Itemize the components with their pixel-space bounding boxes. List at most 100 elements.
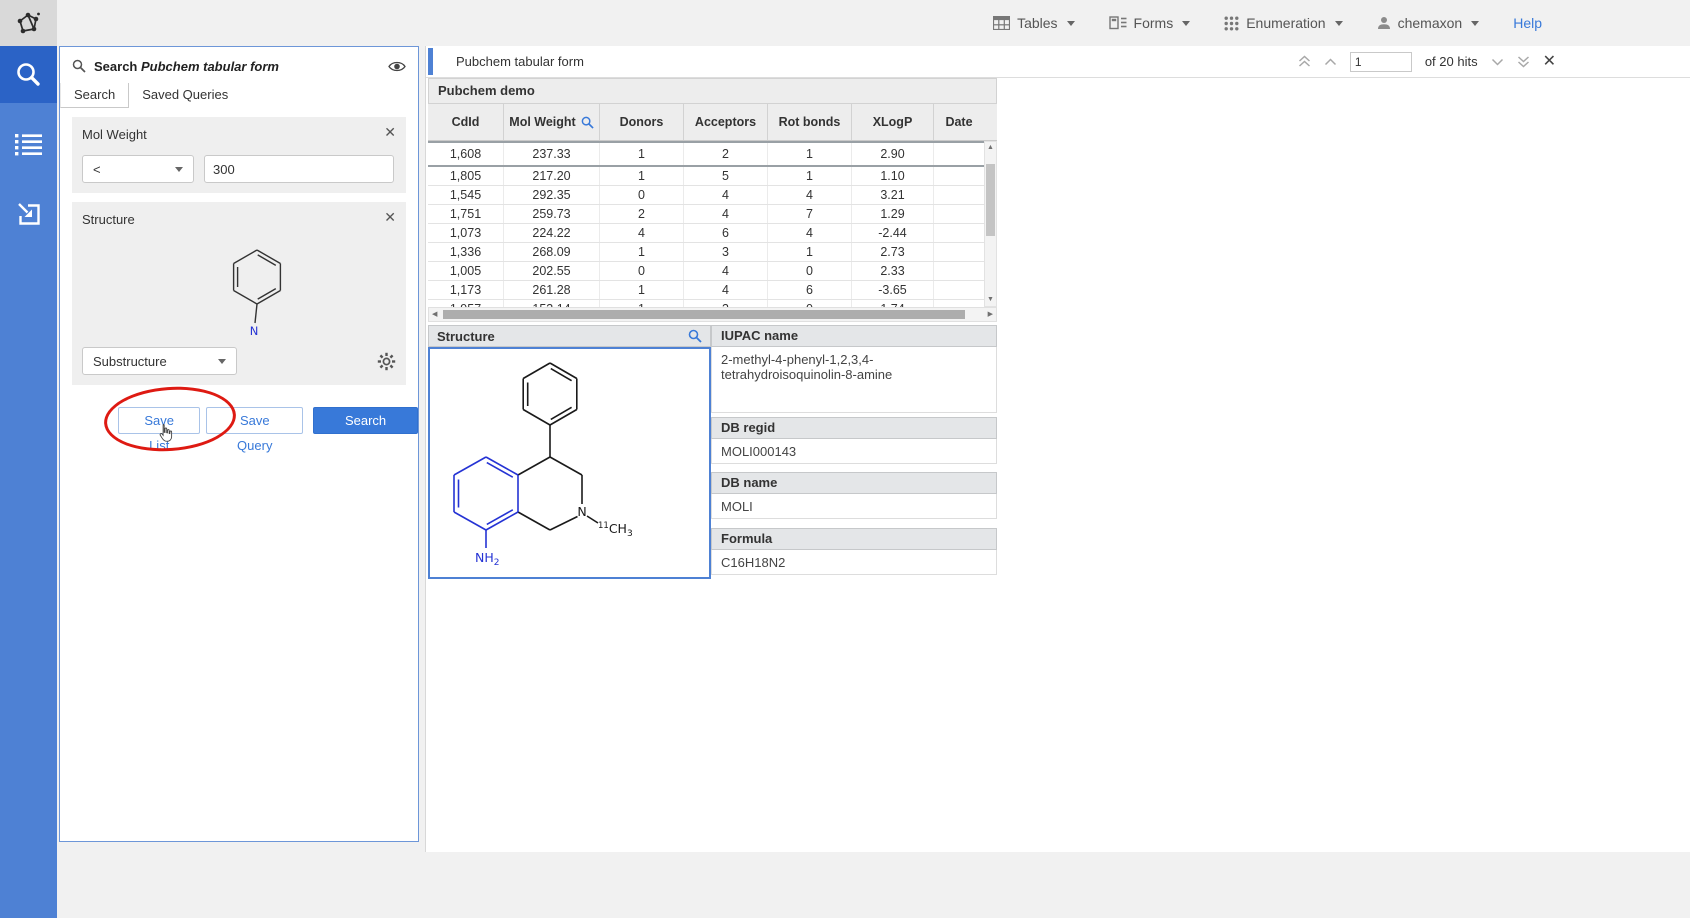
chevron-down-icon [1067, 21, 1075, 26]
query-structure-canvas[interactable]: N [82, 231, 396, 343]
column-header-cdid[interactable]: CdId [428, 104, 504, 140]
grid-cell: 1,336 [428, 243, 504, 261]
help-link[interactable]: Help [1513, 15, 1542, 31]
close-icon[interactable]: ✕ [384, 210, 396, 224]
tab-search[interactable]: Search [60, 83, 129, 108]
vertical-scrollbar[interactable]: ▲ ▼ [984, 141, 997, 307]
grid-cell [934, 281, 984, 299]
grid-cell [934, 167, 984, 185]
chevron-down-icon [1471, 21, 1479, 26]
operator-select[interactable]: < [82, 155, 194, 183]
grid-cell: 4 [684, 186, 768, 204]
grid-cell: 1,005 [428, 262, 504, 280]
save-query-button[interactable]: Save Query [206, 407, 303, 434]
mol-weight-filter-card: Mol Weight ✕ < [72, 117, 406, 193]
column-header-donors[interactable]: Donors [600, 104, 684, 140]
grid-cell: 1.29 [852, 205, 934, 223]
close-form-button[interactable]: ✕ [1543, 54, 1556, 70]
grid-cell: 268.09 [504, 243, 600, 261]
menu-user[interactable]: chemaxon [1377, 15, 1480, 31]
dots-grid-icon [1224, 16, 1239, 31]
grid-cell: 1,608 [428, 143, 504, 165]
hit-number-input[interactable] [1350, 52, 1412, 72]
field-formula: Formula C16H18N2 [711, 528, 997, 575]
grid-cell: 1,545 [428, 186, 504, 204]
mol-weight-input[interactable] [204, 155, 394, 183]
column-header-acceptors[interactable]: Acceptors [684, 104, 768, 140]
column-header-rot-bonds[interactable]: Rot bonds [768, 104, 852, 140]
last-hit-button[interactable] [1517, 55, 1530, 68]
scroll-right-arrow[interactable]: ▶ [988, 310, 993, 320]
chevron-down-icon [175, 167, 183, 172]
table-row[interactable]: 1,073224.22464-2.44 [428, 224, 997, 243]
grid-cell [934, 143, 984, 165]
menu-tables[interactable]: Tables [993, 15, 1074, 31]
ring-nitrogen-label: N [577, 504, 586, 519]
amine-label: NH2 [475, 550, 499, 568]
search-again-button[interactable]: Search Again [313, 407, 418, 434]
next-hit-button[interactable] [1491, 58, 1504, 66]
search-type-value: Substructure [93, 354, 167, 369]
grid-cell [934, 243, 984, 261]
table-row[interactable]: 1,805217.201511.10 [428, 167, 997, 186]
field-value: MOLI000143 [711, 439, 997, 464]
forms-icon [1109, 16, 1127, 30]
search-type-select[interactable]: Substructure [82, 347, 237, 375]
app-logo-button[interactable] [0, 0, 57, 46]
preview-eye-button[interactable] [388, 60, 406, 73]
column-header-xlogp[interactable]: XLogP [852, 104, 934, 140]
sidebar-search-button[interactable] [0, 46, 57, 103]
close-icon[interactable]: ✕ [384, 125, 396, 139]
hit-structure-canvas[interactable]: N 11CH3 NH2 [428, 347, 711, 579]
scroll-up-arrow[interactable]: ▲ [985, 143, 996, 153]
grid-cell: 2.90 [852, 143, 934, 165]
vertical-scroll-thumb[interactable] [986, 164, 995, 236]
grid-cell: 2.73 [852, 243, 934, 261]
table-row[interactable]: 1,173261.28146-3.65 [428, 281, 997, 300]
table-row[interactable]: 1,751259.732471.29 [428, 205, 997, 224]
table-row[interactable]: 1,005202.550402.33 [428, 262, 997, 281]
structure-options-button[interactable] [377, 352, 396, 371]
hit-molecule: N 11CH3 NH2 [430, 349, 709, 577]
field-label: DB name [711, 472, 997, 494]
top-menubar: Tables Forms Enumeration [57, 0, 1690, 46]
scroll-down-arrow[interactable]: ▼ [985, 295, 996, 305]
horizontal-scroll-thumb[interactable] [443, 310, 965, 319]
export-icon [16, 202, 42, 227]
search-panel-tabs: Search Saved Queries [60, 83, 418, 108]
structure-search-icon[interactable] [688, 329, 702, 343]
tab-saved-queries[interactable]: Saved Queries [129, 83, 241, 108]
first-hit-button[interactable] [1298, 55, 1311, 68]
form-titlebar: Pubchem tabular form of 20 hits [426, 46, 1690, 78]
field-label: Formula [711, 528, 997, 550]
sidebar-export-button[interactable] [0, 186, 57, 243]
menu-forms[interactable]: Forms [1109, 15, 1191, 31]
menu-enumeration[interactable]: Enumeration [1224, 15, 1342, 31]
search-panel-title: Search Pubchem tabular form [94, 59, 279, 74]
table-row[interactable]: 1,608237.331212.90 [428, 141, 997, 167]
table-row[interactable]: 1,545292.350443.21 [428, 186, 997, 205]
save-list-button[interactable]: Save List [118, 407, 200, 434]
chevron-down-icon [1335, 21, 1343, 26]
grid-cell: 1 [768, 143, 852, 165]
grid-cell: 2.33 [852, 262, 934, 280]
scroll-left-arrow[interactable]: ◀ [432, 310, 437, 320]
search-actions: Save List Save Query Search Again [60, 407, 418, 434]
previous-hit-button[interactable] [1324, 58, 1337, 66]
column-search-icon[interactable] [581, 116, 594, 129]
grid-cell: 4 [684, 281, 768, 299]
grid-cell: 4 [768, 186, 852, 204]
field-label: DB regid [711, 417, 997, 439]
field-label: IUPAC name [711, 325, 997, 347]
sidebar-list-button[interactable] [0, 116, 57, 173]
grid-cell: 4 [684, 262, 768, 280]
column-header-mol-weight[interactable]: Mol Weight [504, 104, 600, 140]
n-methyl-label: 11CH3 [598, 521, 633, 539]
grid-cell: 261.28 [504, 281, 600, 299]
horizontal-scrollbar[interactable]: ◀ ▶ [428, 307, 997, 322]
grid-cell [934, 224, 984, 242]
column-header-date[interactable]: Date [934, 104, 984, 140]
grid-header-row: CdId Mol Weight Donors Acceptors Rot bon… [428, 104, 997, 141]
grid-cell: -2.44 [852, 224, 934, 242]
table-row[interactable]: 1,336268.091312.73 [428, 243, 997, 262]
